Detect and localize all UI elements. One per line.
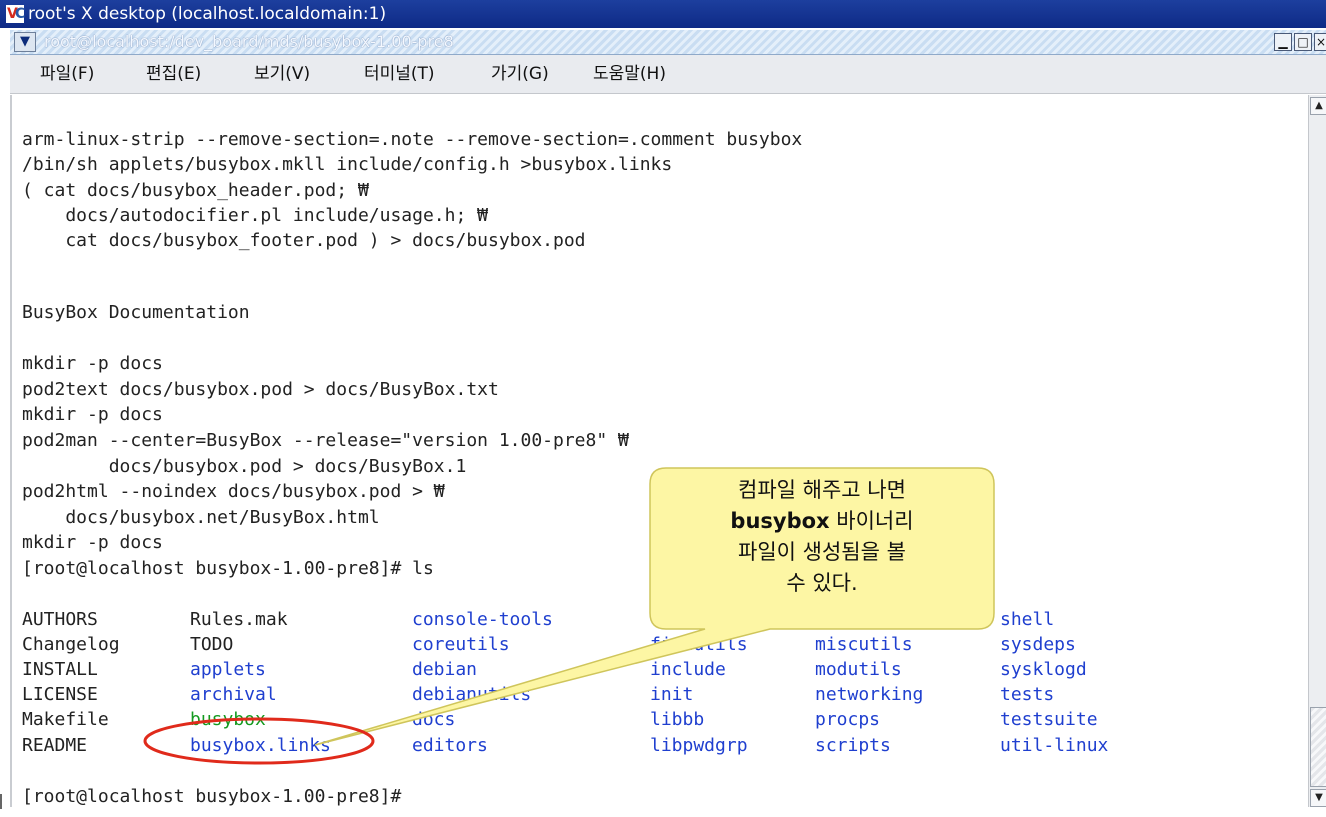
- cursor-marker: [0, 794, 2, 809]
- ls-entry: docs: [412, 709, 456, 730]
- scrollbar-thumb[interactable]: [1310, 707, 1326, 787]
- terminal-title-bar[interactable]: ▼ root@localhost:/dev_board/mds/busybox-…: [10, 30, 1326, 55]
- vnc-title-bar: VC root's X desktop (localhost.localdoma…: [0, 0, 1326, 28]
- terminal-line: docs/autodocifier.pl include/usage.h; ₩: [22, 205, 488, 226]
- ls-entry: coreutils: [412, 634, 510, 655]
- terminal-line: docs/busybox.net/BusyBox.html: [22, 507, 380, 528]
- ls-entry: loginutils: [815, 609, 924, 630]
- ls-entry: debian: [412, 659, 478, 680]
- ls-entry: shell: [1000, 609, 1055, 630]
- callout-line-3: 파일이 생성됨을 볼: [738, 540, 906, 564]
- terminal-line: [root@localhost busybox-1.00-pre8]# ls: [22, 558, 434, 579]
- callout-line-2: busybox 바이너리: [650, 506, 994, 537]
- ls-entry: miscutils: [815, 634, 913, 655]
- vertical-scrollbar[interactable]: ▲ ▼: [1308, 95, 1326, 807]
- ls-entry: AUTHORS: [22, 609, 98, 630]
- terminal-line: mkdir -p docs: [22, 532, 163, 553]
- ls-entry: applets: [190, 659, 266, 680]
- terminal-window-title: root@localhost:/dev_board/mds/busybox-1.…: [44, 32, 454, 51]
- terminal-line: BusyBox Documentation: [22, 302, 250, 323]
- ls-entry: util-linux: [1000, 735, 1109, 756]
- ls-entry: modutils: [815, 659, 902, 680]
- menu-file[interactable]: 파일(F): [40, 63, 94, 85]
- close-button[interactable]: ×: [1314, 33, 1326, 51]
- ls-entry: README: [22, 735, 88, 756]
- ls-entry: procps: [815, 709, 881, 730]
- terminal-line: pod2text docs/busybox.pod > docs/BusyBox…: [22, 379, 499, 400]
- menu-edit[interactable]: 편집(E): [146, 63, 201, 85]
- terminal-line: pod2man --center=BusyBox --release="vers…: [22, 430, 629, 451]
- ls-entry: tests: [1000, 684, 1055, 705]
- ls-entry: libpwdgrp: [650, 735, 748, 756]
- ls-entry: busybox: [190, 709, 266, 730]
- maximize-button[interactable]: □: [1294, 33, 1312, 51]
- scroll-up-arrow-icon[interactable]: ▲: [1310, 97, 1326, 115]
- terminal-line: ( cat docs/busybox_header.pod; ₩: [22, 180, 369, 201]
- menu-terminal[interactable]: 터미널(T): [364, 63, 435, 85]
- ls-entry: findutils: [650, 634, 748, 655]
- callout-line-4: 수 있다.: [786, 571, 858, 595]
- terminal-line: pod2html --noindex docs/busybox.pod > ₩: [22, 481, 445, 502]
- ls-entry: LICENSE: [22, 684, 98, 705]
- terminal-left-border: [10, 95, 12, 807]
- ls-entry: init: [650, 684, 694, 705]
- ls-entry: console-tools: [412, 609, 553, 630]
- menu-help[interactable]: 도움말(H): [593, 63, 666, 85]
- vnc-window-title: root's X desktop (localhost.localdomain:…: [28, 4, 387, 24]
- callout-line-2-rest: 바이너리: [829, 509, 914, 533]
- ls-entry: editors: [412, 735, 488, 756]
- ls-entry: libbb: [650, 709, 705, 730]
- ls-entry: scripts: [815, 735, 891, 756]
- terminal-line: docs/busybox.pod > docs/BusyBox.1: [22, 456, 467, 477]
- terminal-line: mkdir -p docs: [22, 353, 163, 374]
- ls-entry: testsuite: [1000, 709, 1098, 730]
- ls-entry: networking: [815, 684, 924, 705]
- terminal-line: cat docs/busybox_footer.pod ) > docs/bus…: [22, 230, 586, 251]
- terminal-line: /bin/sh applets/busybox.mkll include/con…: [22, 154, 673, 175]
- menu-bar: 파일(F) 편집(E) 보기(V) 터미널(T) 가기(G) 도움말(H): [10, 55, 1326, 94]
- ls-entry: examples: [650, 609, 737, 630]
- window-menu-chevron-icon[interactable]: ▼: [14, 32, 36, 52]
- ls-entry: debianutils: [412, 684, 532, 705]
- ls-entry: sysdeps: [1000, 634, 1076, 655]
- ls-entry: archival: [190, 684, 277, 705]
- menu-view[interactable]: 보기(V): [254, 63, 310, 85]
- minimize-button[interactable]: ▁: [1274, 33, 1292, 51]
- ls-entry: busybox.links: [190, 735, 331, 756]
- terminal-line: arm-linux-strip --remove-section=.note -…: [22, 129, 803, 150]
- ls-entry: INSTALL: [22, 659, 98, 680]
- callout-bold-busybox: busybox: [730, 509, 830, 533]
- terminal-line: mkdir -p docs: [22, 404, 163, 425]
- ls-entry: Changelog: [22, 634, 120, 655]
- callout-text: 컴파일 해주고 나면 busybox 바이너리 파일이 생성됨을 볼 수 있다.: [650, 475, 994, 599]
- ls-entry: include: [650, 659, 726, 680]
- ls-entry: TODO: [190, 634, 234, 655]
- ls-entry: sysklogd: [1000, 659, 1087, 680]
- menu-go[interactable]: 가기(G): [491, 63, 549, 85]
- scroll-down-arrow-icon[interactable]: ▼: [1310, 789, 1326, 807]
- final-prompt[interactable]: [root@localhost busybox-1.00-pre8]#: [22, 784, 401, 809]
- ls-entry: Makefile: [22, 709, 109, 730]
- vnc-logo-icon: VC: [6, 5, 26, 23]
- ls-entry: Rules.mak: [190, 609, 288, 630]
- callout-line-1: 컴파일 해주고 나면: [738, 478, 906, 502]
